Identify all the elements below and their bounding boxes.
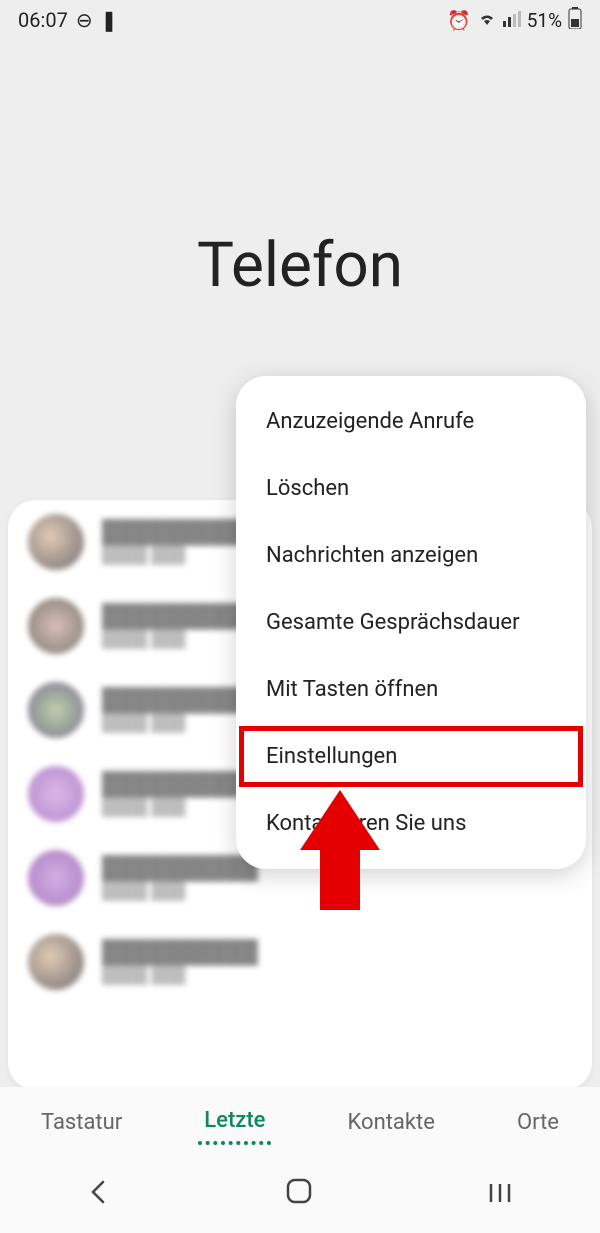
avatar [28,598,84,654]
avatar [28,766,84,822]
call-row[interactable]: ██████████████ ███ [8,920,592,1004]
status-time: 06:07 [18,8,68,32]
nav-recents-icon[interactable] [486,1178,514,1213]
nav-home-icon[interactable] [285,1177,313,1213]
avatar [28,850,84,906]
avatar [28,934,84,990]
menu-item-open-with-keys[interactable]: Mit Tasten öffnen [236,656,586,723]
signal-icon [503,9,521,32]
annotation-arrow [300,790,380,910]
menu-item-settings[interactable]: Einstellungen [236,723,586,790]
bottom-tabs: Tastatur Letzte Kontakte Orte [0,1087,600,1157]
tab-places[interactable]: Orte [511,1102,565,1143]
wifi-icon [477,9,497,32]
hint-icon: ❚ [101,8,118,32]
menu-item-show-messages[interactable]: Nachrichten anzeigen [236,522,586,589]
avatar [28,514,84,570]
nav-back-icon[interactable] [86,1178,112,1213]
menu-item-total-call-time[interactable]: Gesamte Gesprächsdauer [236,589,586,656]
avatar [28,682,84,738]
alarm-icon: ⏰ [447,9,471,32]
page-title: Telefon [197,229,403,302]
tab-recents[interactable]: Letzte [198,1100,271,1145]
menu-item-delete[interactable]: Löschen [236,455,586,522]
menu-item-contact-us[interactable]: Kontaktieren Sie uns [236,790,586,857]
tab-contacts[interactable]: Kontakte [342,1102,441,1143]
dnd-icon: ⊖ [76,8,93,32]
menu-item-calls-to-show[interactable]: Anzuzeigende Anrufe [236,388,586,455]
overflow-menu: Anzuzeigende Anrufe Löschen Nachrichten … [236,376,586,869]
system-navbar [0,1157,600,1233]
status-bar: 06:07 ⊖ ❚ ⏰ 51% [0,0,600,40]
tab-keypad[interactable]: Tastatur [35,1102,128,1143]
battery-text: 51% [527,9,562,32]
battery-icon [568,7,582,34]
